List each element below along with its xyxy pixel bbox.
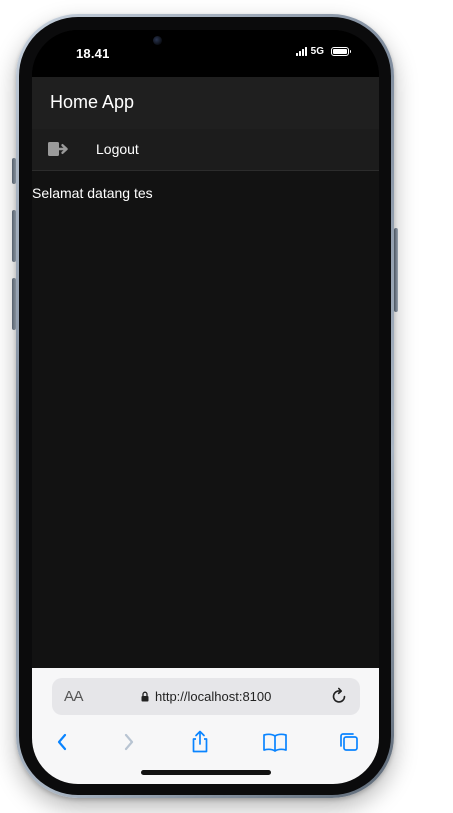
forward-icon: [124, 733, 134, 751]
status-indicators: 5G: [295, 46, 351, 57]
text-size-label: AA: [64, 688, 84, 705]
back-button[interactable]: [48, 728, 76, 756]
status-time: 18.41: [76, 46, 110, 61]
page: 18.41 5G Home App Logout Selamat datang …: [0, 0, 453, 813]
page-title: Home App: [50, 92, 135, 112]
back-icon: [57, 733, 67, 751]
bookmarks-button[interactable]: [261, 728, 289, 756]
share-button[interactable]: [186, 728, 214, 756]
logout-menu-item[interactable]: Logout: [32, 129, 379, 171]
tabs-button[interactable]: [335, 728, 363, 756]
logout-icon: [48, 142, 68, 156]
camera-icon: [153, 36, 162, 45]
main-content: Selamat datang tes: [32, 171, 379, 668]
share-icon: [192, 730, 208, 753]
bookmarks-icon: [263, 733, 287, 752]
welcome-text: Selamat datang tes: [32, 185, 153, 201]
battery-icon: [331, 47, 351, 56]
url-text[interactable]: http://localhost:8100: [155, 689, 271, 704]
signal-icon: [295, 47, 307, 56]
network-label: 5G: [310, 46, 324, 57]
lock-icon: [141, 691, 149, 702]
reload-icon[interactable]: [330, 687, 348, 705]
forward-button[interactable]: [115, 728, 143, 756]
tabs-icon: [340, 733, 358, 751]
app-toolbar: Home App: [32, 77, 379, 129]
status-bar: 18.41 5G: [32, 30, 379, 77]
browser-toolbar: [32, 728, 379, 756]
logout-label: Logout: [96, 141, 139, 157]
text-size-button[interactable]: AA: [64, 688, 84, 705]
phone-screen: 18.41 5G Home App Logout Selamat datang …: [32, 30, 379, 784]
power-button: [394, 228, 398, 312]
address-bar[interactable]: AA http://localhost:8100: [52, 678, 360, 715]
home-indicator: [141, 770, 271, 775]
browser-bar: AA http://localhost:8100: [32, 668, 379, 784]
